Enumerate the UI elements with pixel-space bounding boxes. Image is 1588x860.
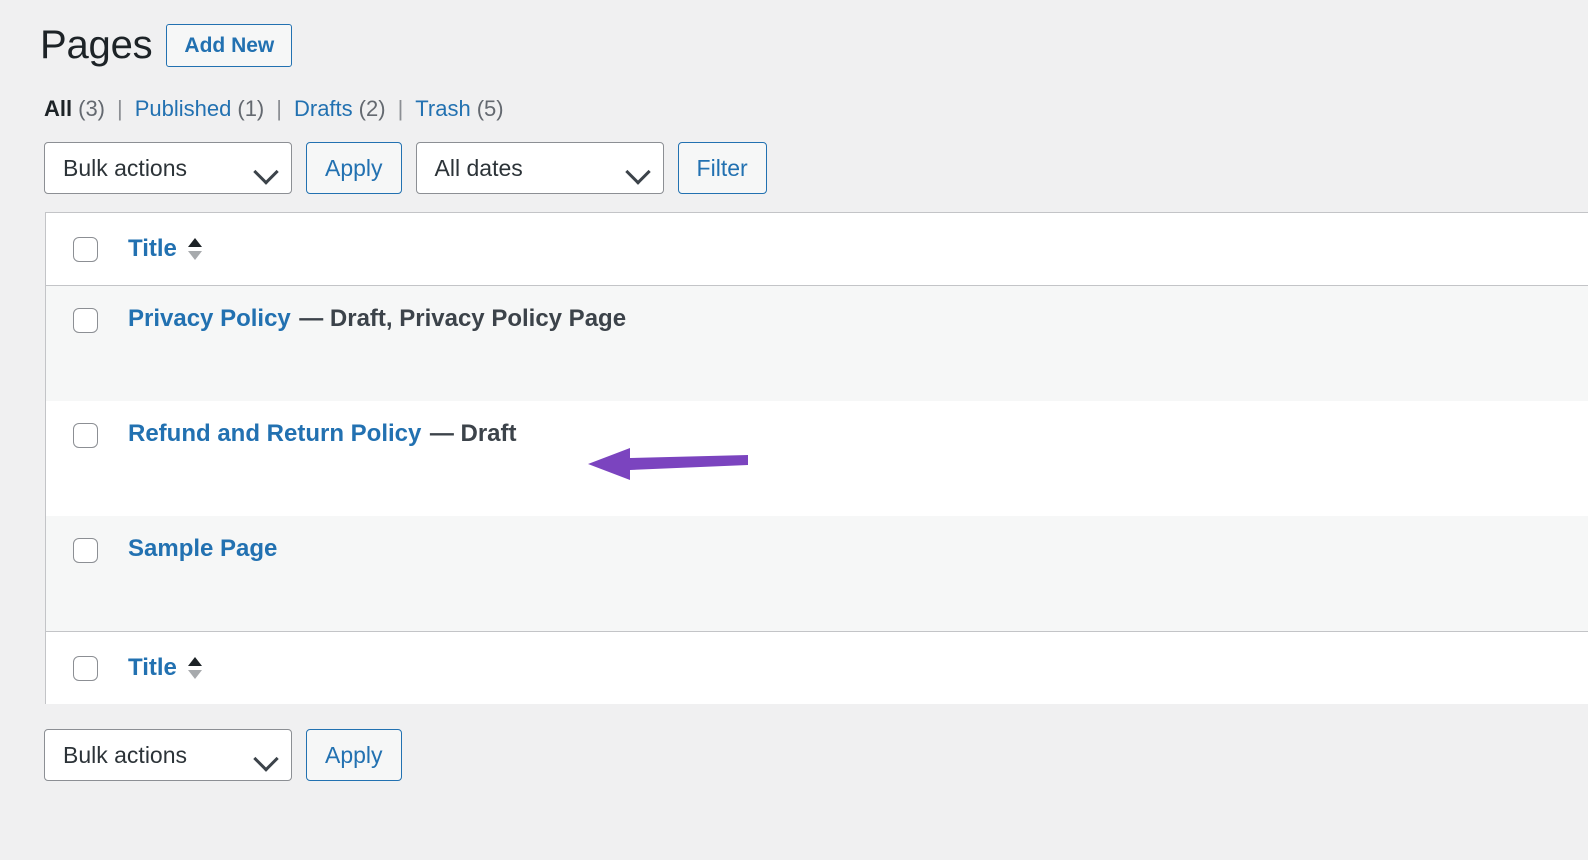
separator: |	[276, 96, 282, 121]
table-body: Privacy Policy — Draft, Privacy Policy P…	[45, 285, 1588, 632]
table-head: Title	[45, 212, 1588, 286]
row-checkbox-wrap	[46, 516, 128, 563]
chevron-down-icon	[253, 746, 279, 772]
select-all-footer-cell	[45, 631, 128, 704]
filter-button[interactable]: Filter	[677, 142, 767, 194]
status-filter-trash-count: (5)	[476, 96, 504, 121]
status-filter-all-link[interactable]: All	[44, 98, 72, 120]
sort-descending-icon	[187, 251, 202, 260]
row-select-checkbox[interactable]	[73, 538, 98, 563]
page-title-link[interactable]: Refund and Return Policy	[128, 420, 421, 447]
bulk-actions-select-bottom[interactable]: Bulk actions	[44, 729, 292, 781]
pages-list-table: Title Privacy Policy — Draft, Privacy Po…	[45, 212, 1588, 704]
add-new-button[interactable]: Add New	[166, 23, 293, 67]
status-filter-published-link[interactable]: Published	[135, 98, 232, 120]
tablenav-bottom: Bulk actions Apply	[0, 704, 1588, 781]
row-checkbox-wrap	[46, 401, 128, 448]
status-filter-list: All (3) | Published (1) | Drafts (2) | T…	[0, 76, 1588, 120]
status-filter-trash-link[interactable]: Trash	[415, 98, 470, 120]
table-foot: Title	[45, 631, 1588, 704]
row-select-checkbox[interactable]	[73, 423, 98, 448]
title-sort-link-bottom[interactable]: Title	[128, 654, 177, 682]
row-checkbox-cell	[45, 401, 128, 516]
status-filter-all-count: (3)	[78, 96, 106, 121]
sort-arrows-icon[interactable]	[187, 657, 202, 679]
chevron-down-icon	[624, 159, 651, 185]
separator: |	[117, 96, 123, 121]
chevron-down-icon	[253, 159, 279, 185]
title-sort-link-top[interactable]: Title	[128, 235, 177, 263]
table-row: Privacy Policy — Draft, Privacy Policy P…	[45, 285, 1588, 401]
apply-button-top[interactable]: Apply	[306, 142, 402, 194]
sort-arrows-icon[interactable]	[187, 238, 202, 260]
row-title-cell: Sample Page	[128, 516, 1588, 632]
date-filter-select-value: All dates	[434, 154, 523, 181]
sort-descending-icon	[187, 670, 202, 679]
table-footer-row: Title	[45, 631, 1588, 704]
select-all-checkbox-top[interactable]	[73, 236, 98, 262]
row-title-cell: Privacy Policy — Draft, Privacy Policy P…	[128, 285, 1588, 401]
row-select-checkbox[interactable]	[73, 308, 98, 333]
row-checkbox-cell	[45, 516, 128, 632]
sort-ascending-icon	[187, 238, 202, 247]
row-checkbox-wrap	[46, 286, 128, 333]
bulk-actions-select-bottom-value: Bulk actions	[63, 741, 188, 768]
date-filter-select[interactable]: All dates	[415, 142, 664, 194]
page-title: Pages	[40, 23, 153, 67]
sort-ascending-icon	[187, 657, 202, 666]
separator: |	[397, 96, 404, 121]
table-row: Sample Page	[45, 516, 1588, 632]
status-filter-published-count: (1)	[237, 96, 265, 121]
status-filter-drafts-link[interactable]: Drafts	[294, 98, 353, 120]
table-row: Refund and Return Policy — Draft	[45, 401, 1588, 516]
apply-button-bottom[interactable]: Apply	[306, 729, 402, 781]
bulk-actions-select-top[interactable]: Bulk actions	[44, 142, 292, 194]
status-filter-trash: Trash (5)	[415, 98, 503, 120]
status-filter-published: Published (1) |	[135, 98, 294, 120]
title-sort-footer: Title	[128, 654, 1588, 682]
select-all-wrap	[46, 632, 128, 704]
tablenav-top: Bulk actions Apply All dates Filter	[0, 120, 1588, 194]
page-post-state: — Draft, Privacy Policy Page	[299, 305, 627, 332]
page-title-link[interactable]: Privacy Policy	[128, 305, 291, 332]
row-title-cell: Refund and Return Policy — Draft	[128, 401, 1588, 516]
status-filter-all: All (3) |	[44, 98, 135, 120]
select-all-wrap	[46, 213, 128, 285]
table-header-row: Title	[45, 212, 1588, 286]
status-filter-drafts-count: (2)	[358, 96, 386, 121]
bulk-actions-select-top-value: Bulk actions	[63, 154, 188, 181]
title-column-footer: Title	[128, 631, 1588, 704]
row-checkbox-cell	[45, 285, 128, 401]
status-filter-drafts: Drafts (2) |	[294, 98, 415, 120]
pages-admin-wrap: Pages Add New All (3) | Published (1) | …	[0, 0, 1588, 781]
page-header: Pages Add New	[0, 0, 1588, 76]
select-all-checkbox-bottom[interactable]	[73, 655, 98, 681]
page-post-state: — Draft	[429, 420, 517, 447]
title-column-header: Title	[128, 212, 1588, 286]
title-sort-header: Title	[128, 235, 1588, 263]
select-all-header-cell	[45, 212, 128, 286]
page-title-link[interactable]: Sample Page	[128, 535, 277, 562]
